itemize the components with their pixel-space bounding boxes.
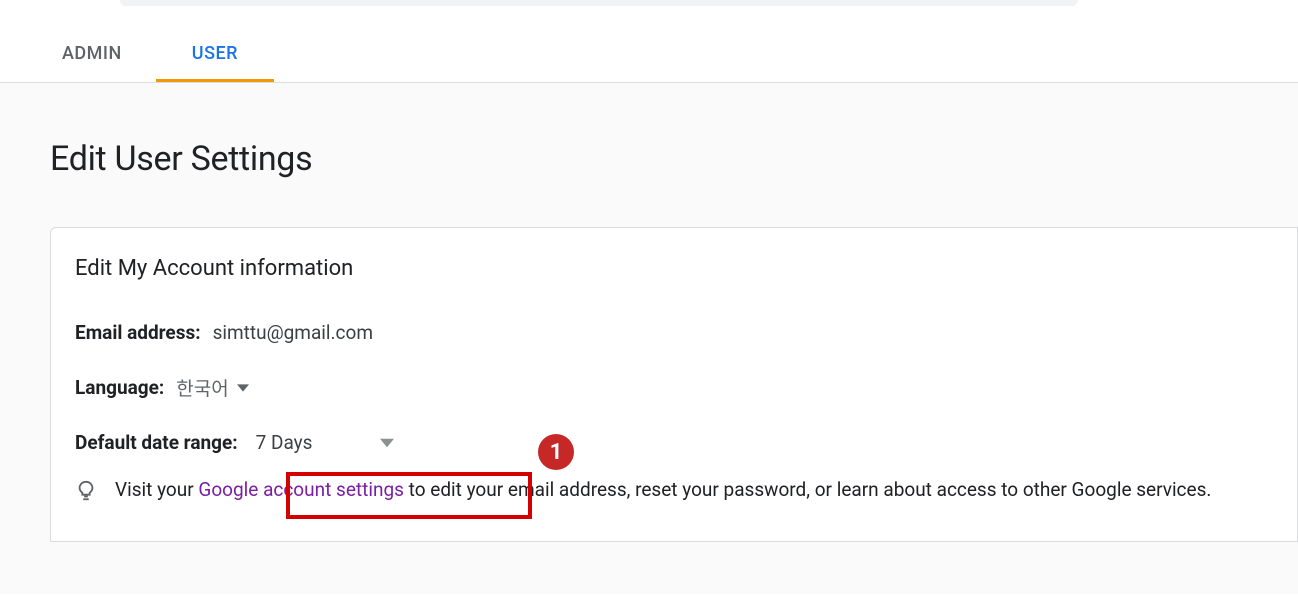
lightbulb-icon xyxy=(75,480,97,511)
tip-text: Visit your Google account settings to ed… xyxy=(115,476,1273,505)
language-dropdown[interactable]: 한국어 xyxy=(176,374,248,401)
tab-user[interactable]: USER xyxy=(192,43,238,82)
search-bar-placeholder[interactable] xyxy=(120,0,1078,6)
date-range-dropdown[interactable]: 7 Days xyxy=(256,431,395,454)
tip-prefix: Visit your xyxy=(115,478,198,501)
top-search-area xyxy=(0,0,1298,10)
tip-suffix: to edit your email address, reset your p… xyxy=(404,478,1211,501)
language-label: Language: xyxy=(75,376,164,399)
chevron-down-icon xyxy=(380,438,394,448)
chevron-down-icon xyxy=(237,384,249,392)
tab-admin[interactable]: ADMIN xyxy=(62,43,122,82)
email-row: Email address: simttu@gmail.com xyxy=(75,321,1273,344)
date-range-value: 7 Days xyxy=(256,431,313,454)
card-title: Edit My Account information xyxy=(75,256,1273,281)
email-label: Email address: xyxy=(75,321,201,344)
tip-row: Visit your Google account settings to ed… xyxy=(75,476,1273,511)
language-value: 한국어 xyxy=(176,374,228,401)
date-range-label: Default date range: xyxy=(75,431,238,454)
google-account-settings-link[interactable]: Google account settings xyxy=(198,478,404,501)
content-area: Edit User Settings Edit My Account infor… xyxy=(0,83,1298,594)
account-card: Edit My Account information Email addres… xyxy=(50,227,1298,542)
page-title: Edit User Settings xyxy=(50,83,1298,227)
top-divider: ADMIN USER xyxy=(0,10,1298,83)
date-range-row: Default date range: 7 Days xyxy=(75,431,1273,454)
language-row: Language: 한국어 xyxy=(75,374,1273,401)
tabs-row: ADMIN USER xyxy=(0,10,1298,82)
email-value: simttu@gmail.com xyxy=(213,321,373,344)
